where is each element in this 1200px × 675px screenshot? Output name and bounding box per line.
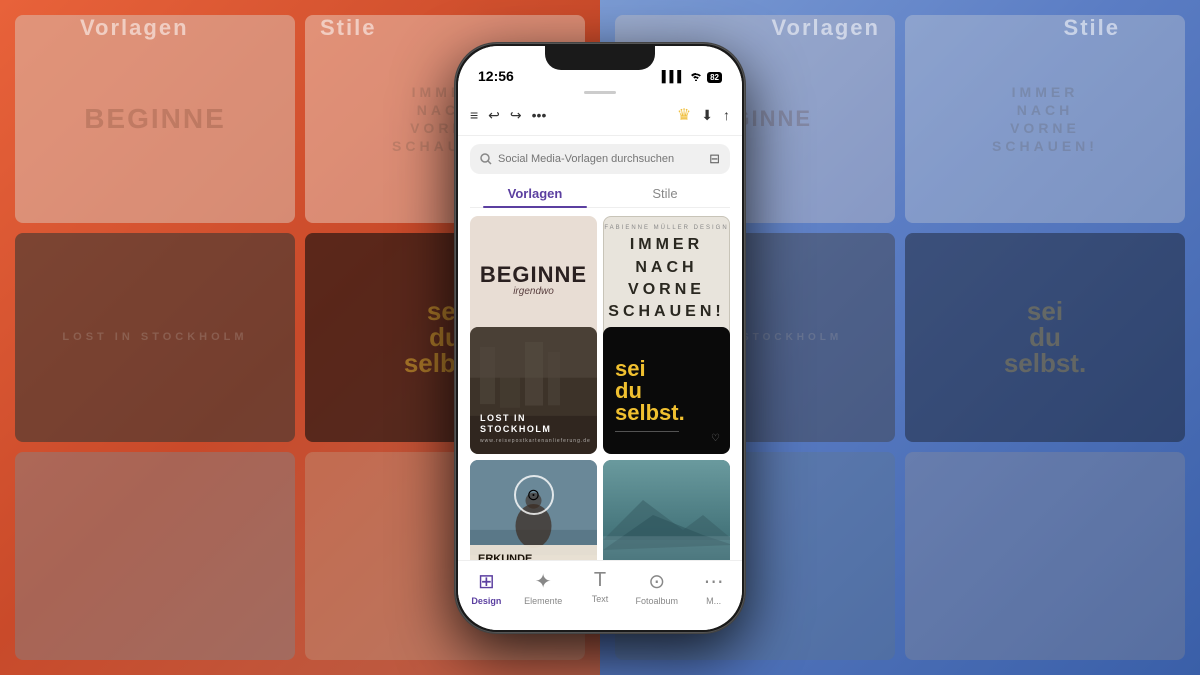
crown-icon[interactable]: ♛ — [677, 105, 691, 125]
template-card-immer[interactable]: FABIENNE MÜLLER DESIGN IMMER NACH VORNE … — [603, 216, 730, 343]
bg-header-stile-right: Stile — [1064, 15, 1120, 41]
card-sei-line3: selbst. — [615, 402, 685, 424]
design-label: Design — [471, 596, 501, 606]
toolbar-handle — [584, 91, 616, 94]
immer-line1: IMMER — [630, 236, 703, 253]
template-grid: BEGINNE irgendwo FABIENNE MÜLLER DESIGN … — [458, 208, 742, 572]
card-sei-heart: ♡ — [711, 433, 720, 444]
bg-sei-right: seiduselbst. — [1004, 298, 1086, 376]
tab-stile[interactable]: Stile — [600, 180, 730, 207]
template-card-beginne[interactable]: BEGINNE irgendwo — [470, 216, 597, 343]
nav-design[interactable]: ⊞ Design — [464, 569, 508, 606]
tabs-bar: Vorlagen Stile — [470, 180, 730, 207]
card-sei-content: sei du selbst. — [615, 358, 685, 424]
bg-header-vorlagen-left: Vorlagen — [80, 15, 189, 41]
fotoalbum-icon: ⊙ — [648, 569, 665, 594]
menu-icon[interactable]: ≡ — [470, 107, 478, 123]
toolbar-left: ≡ ↩ ↪ ••• — [470, 107, 546, 124]
template-card-sei[interactable]: sei du selbst. ♡ — [603, 327, 730, 454]
template-card-lost[interactable]: LOST IN STOCKHOLM www.reisepostkartenanl… — [470, 327, 597, 454]
bg-lost-left: LOST IN STOCKHOLM — [62, 330, 247, 344]
card-sei-line1: sei — [615, 358, 685, 380]
card-beginne-sub: irgendwo — [513, 286, 554, 297]
status-time: 12:56 — [478, 68, 514, 84]
search-input[interactable] — [498, 153, 703, 165]
card-lost-title: LOST IN STOCKHOLM — [480, 413, 591, 436]
card-sei-line2: du — [615, 380, 685, 402]
share-icon[interactable]: ↑ — [723, 107, 730, 123]
bg-beginne-left: BEGINNE — [84, 103, 226, 135]
elemente-icon: ✦ — [535, 569, 552, 594]
phone-frame: 12:56 ▌▌▌ 82 ≡ ↩ — [455, 43, 745, 633]
bg-immer-right: IMMERNACHVORNESCHAUEN! — [992, 83, 1098, 156]
card-balance-bg — [603, 460, 730, 572]
phone-container: 12:56 ▌▌▌ 82 ≡ ↩ — [455, 43, 745, 633]
download-icon[interactable]: ⬇ — [701, 107, 713, 124]
search-area: ⊟ — [458, 136, 742, 174]
wifi-icon — [689, 71, 703, 84]
phone-notch — [545, 46, 655, 70]
redo-icon[interactable]: ↪ — [510, 107, 522, 124]
undo-icon[interactable]: ↩ — [488, 107, 500, 124]
battery-badge: 82 — [707, 72, 722, 83]
status-icons: ▌▌▌ 82 — [662, 71, 722, 84]
nav-elemente[interactable]: ✦ Elemente — [521, 569, 565, 606]
toolbar-right: ♛ ⬇ ↑ — [677, 105, 730, 125]
elemente-label: Elemente — [524, 596, 562, 606]
phone-screen: 12:56 ▌▌▌ 82 ≡ ↩ — [458, 46, 742, 630]
more-nav-icon: ⋯ — [704, 569, 724, 594]
nav-more[interactable]: ⋯ M... — [692, 569, 736, 606]
bg-header-stile-left: Stile — [320, 15, 376, 41]
fotoalbum-label: Fotoalbum — [636, 596, 679, 606]
app-toolbar: ≡ ↩ ↪ ••• ♛ ⬇ ↑ — [458, 96, 742, 136]
card-lost-content: LOST IN STOCKHOLM www.reisepostkartenanl… — [480, 413, 591, 444]
text-label: Text — [592, 594, 609, 604]
card-erkunde-circle-icon: ⊙ — [527, 485, 540, 505]
nav-text[interactable]: T Text — [578, 569, 622, 604]
tab-vorlagen[interactable]: Vorlagen — [470, 180, 600, 207]
card-erkunde-circle: ⊙ — [514, 475, 554, 515]
bottom-nav: ⊞ Design ✦ Elemente T Text ⊙ Fotoalbum ⋯ — [458, 560, 742, 630]
design-icon: ⊞ — [478, 569, 495, 594]
card-immer-top: FABIENNE MÜLLER DESIGN — [604, 225, 729, 231]
bg-header-vorlagen-right: Vorlagen — [771, 15, 880, 41]
immer-line4: SCHAUEN! — [608, 303, 724, 320]
filter-icon[interactable]: ⊟ — [709, 151, 720, 167]
search-bar[interactable]: ⊟ — [470, 144, 730, 174]
card-lost-url: www.reisepostkartenanlieferung.de — [480, 438, 591, 444]
immer-line2: NACH — [635, 259, 697, 276]
nav-fotoalbum[interactable]: ⊙ Fotoalbum — [635, 569, 679, 606]
template-card-balance[interactable]: FIND YOUR balance — [603, 460, 730, 572]
more-icon[interactable]: ••• — [532, 107, 547, 123]
template-card-erkunde[interactable]: ⊙ ERKUNDE DIE WELT! — [470, 460, 597, 572]
signal-icon: ▌▌▌ — [662, 71, 685, 83]
immer-line3: VORNE — [628, 281, 705, 298]
card-immer-text: IMMER NACH VORNE SCHAUEN! — [608, 234, 724, 324]
text-icon: T — [594, 569, 606, 592]
card-sei-underline — [615, 431, 679, 432]
card-beginne-title: BEGINNE — [480, 262, 587, 288]
more-label: M... — [706, 596, 721, 606]
search-icon — [480, 153, 492, 165]
